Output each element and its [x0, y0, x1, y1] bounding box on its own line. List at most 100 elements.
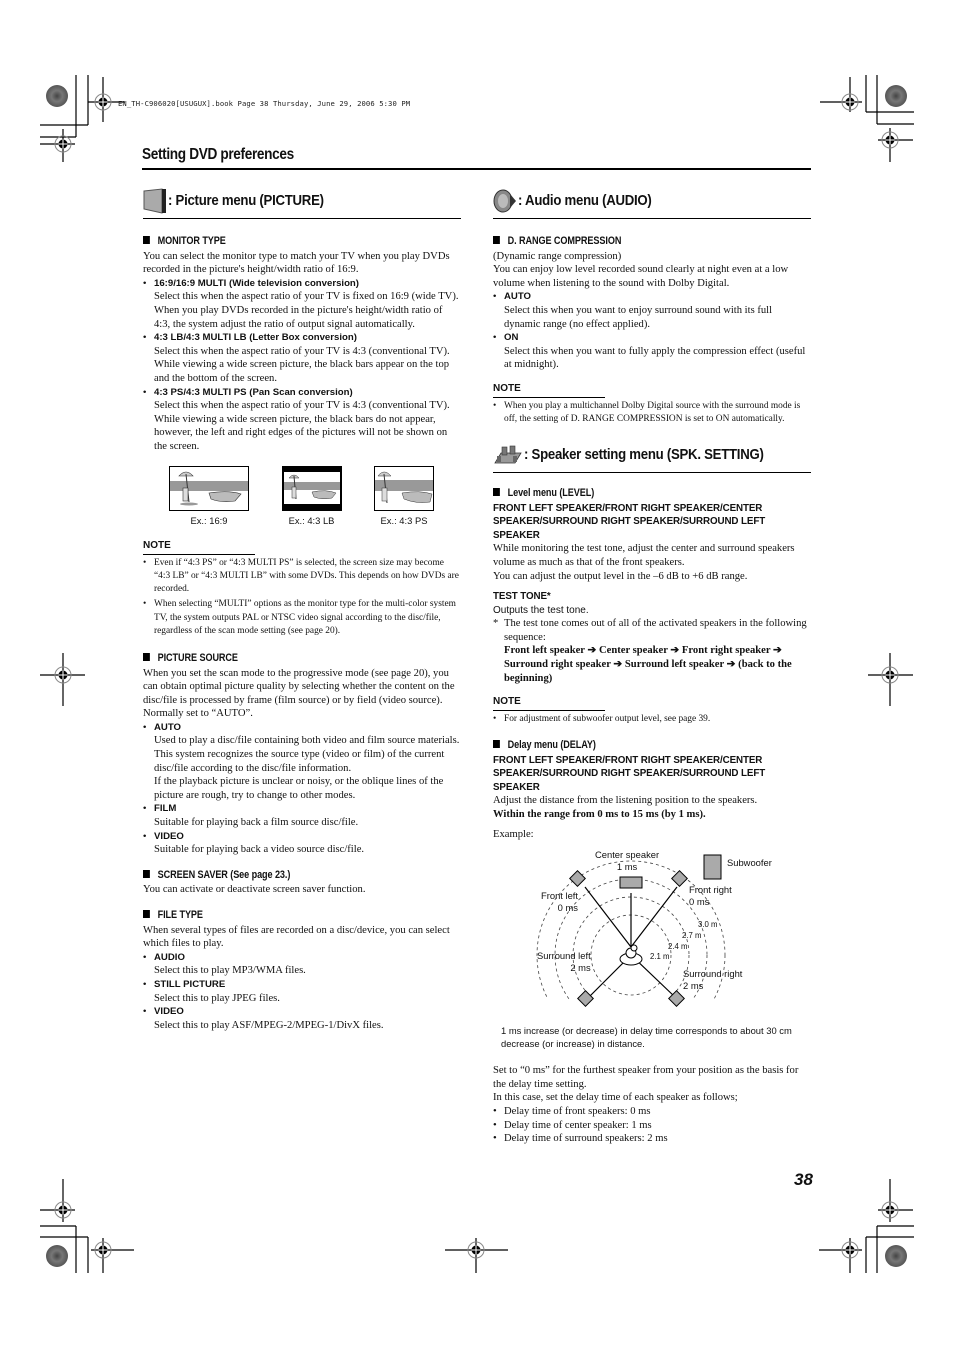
speaker-menu-title: : Speaker setting menu (SPK. SETTING)	[524, 446, 764, 464]
option-desc: This system recognizes the source type (…	[154, 749, 445, 774]
audio-menu-header: : Audio menu (AUDIO)	[493, 186, 811, 219]
delay-list-item: Delay time of surround speakers: 2 ms	[493, 1132, 811, 1146]
note-item: When you play a multichannel Dolby Digit…	[493, 400, 811, 426]
note-item: Even if “4:3 PS” or “4:3 MULTI PS” is se…	[143, 557, 461, 597]
drc-intro: You can enjoy low level recorded sound c…	[493, 264, 789, 289]
option-label: AUDIO	[143, 951, 461, 965]
speaker-layout-graphic	[493, 854, 811, 1010]
distance-label: 2.1 m	[650, 952, 670, 962]
print-slug: EN_TH-C906020[USUGUX].book Page 38 Thurs…	[118, 99, 411, 108]
option-label: VIDEO	[143, 830, 461, 844]
front-left-speaker-box	[569, 870, 586, 888]
option-desc: If the playback picture is unclear or no…	[154, 776, 444, 801]
square-bullet-icon	[143, 869, 150, 878]
picture-menu-title: : Picture menu (PICTURE)	[168, 192, 324, 210]
drc-subtitle: (Dynamic range compression)	[493, 250, 622, 262]
monitor-type-intro: You can select the monitor type to match…	[143, 250, 450, 276]
option-label: 16:9/16:9 MULTI (Wide television convers…	[143, 277, 461, 291]
picture-source-default: Normally set to “AUTO”.	[143, 708, 253, 720]
picture-source-heading: PICTURE SOURCE	[143, 652, 416, 666]
option-label: ON	[493, 331, 811, 345]
speaker-setup-icon	[494, 445, 522, 464]
level-text: While monitoring the test tone, adjust t…	[493, 543, 795, 568]
square-bullet-icon	[143, 910, 150, 918]
test-tone-footnote: The test tone comes out of all of the ac…	[493, 617, 811, 644]
delay-list-item: Delay time of front speakers: 0 ms	[493, 1105, 811, 1119]
note-item: For adjustment of subwoofer output level…	[493, 713, 811, 726]
surround-right-label: Surround right 2 ms	[683, 968, 743, 991]
file-type-intro: When several types of files are recorded…	[143, 924, 450, 950]
option-desc: Select this when the aspect ratio of you…	[154, 291, 459, 303]
delay-range: Within the range from 0 ms to 15 ms (by …	[493, 809, 706, 821]
monitor-type-heading: MONITOR TYPE	[143, 235, 416, 249]
example-label: Example:	[493, 828, 534, 840]
option-desc: Select this when the aspect ratio of you…	[154, 400, 450, 452]
level-menu-heading: Level menu (LEVEL)	[493, 487, 766, 501]
option-desc: Select this when the aspect ratio of you…	[154, 345, 450, 384]
beach-umbrella-illustration	[169, 465, 249, 511]
section-rule	[142, 168, 811, 170]
example-caption: Ex.: 4:3 PS	[380, 514, 428, 526]
page-number: 38	[794, 1170, 813, 1189]
beach-umbrella-illustration	[281, 465, 342, 511]
delay-after-text: Set to “0 ms” for the furthest speaker f…	[493, 1065, 799, 1090]
audio-menu-title: : Audio menu (AUDIO)	[518, 192, 652, 210]
delay-after-text: In this case, set the delay time of each…	[493, 1092, 738, 1104]
subwoofer-box	[703, 854, 722, 880]
option-label: AUTO	[493, 290, 811, 304]
front-right-label: Front right 0 ms	[689, 884, 732, 907]
option-desc: Suitable for playing back a film source …	[154, 817, 359, 829]
screen-saver-text: You can activate or deactivate screen sa…	[143, 884, 366, 896]
option-desc: Select this to play MP3/WMA files.	[154, 965, 306, 977]
option-desc: Used to play a disc/file containing both…	[154, 735, 460, 747]
speaker-delay-diagram: Center speaker 1 ms Subwoofer Front left 0…	[493, 849, 811, 1029]
example-4-3-lb: Ex.: 4:3 LB	[281, 465, 342, 528]
option-label: STILL PICTURE	[143, 978, 461, 992]
option-desc: When you play DVDs recorded in the pictu…	[154, 304, 443, 330]
subwoofer-label: Subwoofer	[727, 857, 772, 869]
delay-list-item: Delay time of center speaker: 1 ms	[493, 1119, 811, 1133]
test-tone-label: TEST TONE*	[493, 591, 551, 603]
drc-heading: D. RANGE COMPRESSION	[493, 235, 766, 249]
speaker-menu-header: : Speaker setting menu (SPK. SETTING)	[493, 440, 811, 473]
square-bullet-icon	[493, 487, 500, 496]
example-4-3-ps: Ex.: 4:3 PS	[374, 465, 434, 528]
note-item: When selecting “MULTI” options as the mo…	[143, 598, 461, 638]
delay-menu-heading: Delay menu (DELAY)	[493, 739, 766, 753]
square-bullet-icon	[143, 652, 150, 661]
option-desc: Select this to play ASF/MPEG-2/MPEG-1/Di…	[154, 1019, 384, 1031]
delay-text: Adjust the distance from the listening p…	[493, 795, 758, 807]
square-bullet-icon	[143, 236, 150, 244]
beach-umbrella-illustration	[374, 465, 434, 511]
note-heading: NOTE	[493, 695, 605, 711]
example-caption: Ex.: 4:3 LB	[288, 514, 335, 526]
test-tone-text: Outputs the test tone.	[493, 604, 589, 616]
listener-icon	[619, 944, 643, 966]
surround-left-label: Surround left 2 ms	[537, 950, 591, 973]
distance-label: 2.4 m	[668, 942, 688, 952]
screen-saver-heading: SCREEN SAVER (See page 23.)	[143, 869, 416, 883]
note-heading: NOTE	[493, 382, 605, 398]
front-right-speaker-box	[671, 870, 688, 888]
speaker-cone-icon	[493, 189, 516, 213]
section-title: Setting DVD preferences	[142, 146, 294, 163]
option-desc: Select this to play JPEG files.	[154, 992, 280, 1004]
option-label: 4:3 LB/4:3 MULTI LB (Letter Box conversi…	[143, 331, 461, 345]
option-desc: Suitable for playing back a video source…	[154, 844, 365, 856]
center-speaker-box	[619, 876, 643, 889]
aspect-examples: Ex.: 16:9 Ex.: 4:3 LB Ex.: 4:3 PS	[169, 465, 434, 528]
picture-menu-column: : Picture menu (PICTURE) MONITOR TYPE Yo…	[143, 186, 461, 1032]
option-label: VIDEO	[143, 1005, 461, 1019]
level-speaker-list: FRONT LEFT SPEAKER/FRONT RIGHT SPEAKER/C…	[493, 502, 766, 541]
audio-speaker-column: : Audio menu (AUDIO) D. RANGE COMPRESSIO…	[493, 186, 811, 1146]
option-desc: Select this when you want to fully apply…	[504, 345, 806, 371]
delay-speaker-list: FRONT LEFT SPEAKER/FRONT RIGHT SPEAKER/C…	[493, 754, 766, 793]
option-label: 4:3 PS/4:3 MULTI PS (Pan Scan conversion…	[143, 386, 461, 400]
picture-source-intro: When you set the scan mode to the progre…	[143, 667, 455, 706]
tv-screen-icon	[143, 188, 166, 214]
note-heading: NOTE	[143, 539, 255, 555]
option-label: AUTO	[143, 721, 461, 735]
test-tone-sequence: Front left speaker ➔ Center speaker ➔ Fr…	[504, 645, 792, 684]
option-label: FILM	[143, 802, 461, 816]
example-caption: Ex.: 16:9	[190, 514, 228, 526]
